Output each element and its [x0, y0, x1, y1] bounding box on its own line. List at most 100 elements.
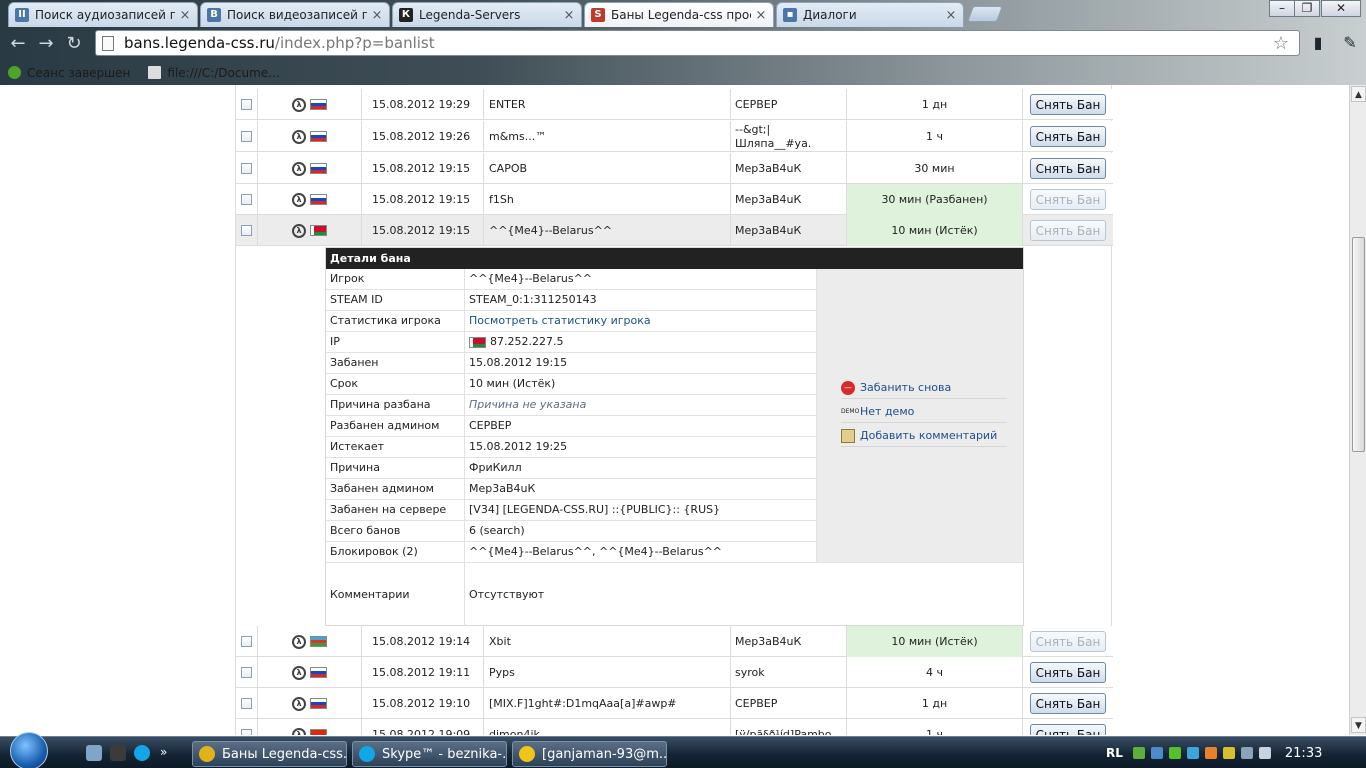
scroll-down-icon[interactable]: ▼ [1351, 717, 1366, 733]
show-desktop-icon[interactable] [86, 745, 102, 761]
action-cell: Снять Бан [1023, 121, 1113, 152]
clock[interactable]: 21:33 [1285, 746, 1322, 761]
select-checkbox[interactable] [241, 163, 252, 174]
table-row[interactable]: λ 15.08.2012 19:10 [MIX.F]1ght#:D1mqAaa[a]… [236, 688, 1113, 719]
volume-icon[interactable] [1258, 747, 1271, 759]
tray-app-icon[interactable] [1168, 747, 1181, 759]
unban-button[interactable]: Снять Бан [1030, 126, 1106, 147]
game-mod-icon: λ [292, 223, 306, 238]
tab-close-icon[interactable]: × [755, 8, 767, 23]
tab-1[interactable]: II Поиск аудиозаписей по × [8, 2, 198, 27]
scroll-thumb[interactable] [1352, 237, 1365, 452]
close-window-button[interactable]: ✕ [1321, 0, 1361, 17]
tab-close-icon[interactable]: × [563, 8, 575, 23]
mod-cell: λ [258, 688, 362, 719]
bookmark-item[interactable]: file:///C:/Docume... [148, 66, 280, 80]
tab-3[interactable]: К Legenda-Servers × [392, 2, 582, 27]
address-bar[interactable]: bans.legenda-css.ru/index.php?p=banlist … [95, 30, 1300, 56]
detail-value: 15.08.2012 19:25 [469, 440, 568, 453]
tray-app-icon[interactable] [1150, 747, 1163, 759]
game-mod-icon: λ [292, 696, 306, 711]
select-checkbox[interactable] [241, 729, 252, 735]
action-1[interactable]: — Забанить снова [841, 377, 1007, 399]
tray-app-icon[interactable] [1204, 747, 1217, 759]
taskbar-task[interactable]: Skype™ - beznika-... [352, 741, 507, 767]
page-scrollbar[interactable]: ▲ ▼ [1349, 85, 1366, 735]
tab-2[interactable]: B Поиск видеозаписей по × [200, 2, 390, 27]
table-row[interactable]: λ 15.08.2012 19:14 Xbit Мер3аВ4uК 10 мин (Ис… [236, 626, 1113, 657]
bookmark-star-icon[interactable]: ☆ [1273, 33, 1289, 54]
select-checkbox[interactable] [241, 698, 252, 709]
select-checkbox[interactable] [241, 667, 252, 678]
new-tab-button[interactable] [967, 6, 1003, 22]
unban-button[interactable]: Снять Бан [1030, 94, 1106, 115]
unban-button[interactable]: Снять Бан [1030, 693, 1106, 714]
select-checkbox[interactable] [241, 131, 252, 142]
scroll-up-icon[interactable]: ▲ [1351, 86, 1366, 102]
tray-app-icon[interactable] [1186, 747, 1199, 759]
country-flag-icon [310, 729, 327, 735]
tab-close-icon[interactable]: × [945, 8, 957, 23]
quicklaunch-more-icon[interactable]: » [160, 745, 170, 761]
select-checkbox[interactable] [241, 194, 252, 205]
taskbar-task[interactable]: Баны Legenda-css.... [192, 741, 347, 767]
ban-date: 15.08.2012 19:10 [362, 688, 484, 719]
action-cell: Снять Бан [1023, 215, 1113, 246]
game-mod-icon: λ [292, 665, 306, 680]
tray-app-icon[interactable] [1240, 747, 1253, 759]
detail-value: СЕРВЕР [469, 419, 512, 432]
unban-button[interactable]: Снять Бан [1030, 724, 1106, 735]
comments-label: Комментарии [326, 563, 465, 626]
url-host: bans.legenda-css.ru [124, 34, 275, 52]
table-row[interactable]: λ 15.08.2012 19:15 f1Sh Мер3аВ4uК 30 мин (Ра… [236, 184, 1113, 215]
tab-4[interactable]: S Баны Legenda-css прое × [584, 2, 774, 27]
minimize-button[interactable]: – [1269, 0, 1295, 17]
tab-5[interactable]: ▪ Диалоги × [776, 2, 964, 27]
bookmark-item[interactable]: Сеанс завершен [8, 66, 130, 80]
reload-icon[interactable]: ↻ [64, 34, 84, 54]
table-row[interactable]: λ 15.08.2012 19:29 ENTER СЕРВЕР 1 дн Снять Ба… [236, 89, 1113, 120]
extension-icon[interactable]: ▮ [1308, 33, 1328, 53]
start-button[interactable] [10, 732, 48, 768]
player-name: ENTER [484, 89, 731, 120]
language-indicator[interactable]: RL [1106, 746, 1123, 760]
action-3[interactable]: Добавить комментарий [841, 425, 1007, 447]
skype-icon[interactable] [134, 745, 150, 761]
terminal-icon[interactable] [110, 745, 126, 761]
restore-button[interactable]: ❐ [1294, 0, 1320, 17]
ban-date: 15.08.2012 19:09 [362, 719, 484, 735]
taskbar-task[interactable]: [ganjaman-93@m.... [512, 741, 667, 767]
unban-button[interactable]: Снять Бан [1030, 662, 1106, 683]
detail-row: Статистика игрока Посмотреть статистику и… [326, 311, 816, 332]
wrench-icon[interactable]: ✎ [1340, 33, 1360, 53]
table-row[interactable]: λ 15.08.2012 19:09 dimon4ik [ÿ/pã§ð¹íd]Pamb… [236, 719, 1113, 735]
admin-name: Мер3аВ4uК [731, 153, 847, 184]
country-flag-icon [310, 698, 327, 709]
unban-button[interactable]: Снять Бан [1030, 158, 1106, 179]
task-label: [ganjaman-93@m.... [542, 746, 667, 762]
table-row[interactable]: λ 15.08.2012 19:15 CAPOB Мер3аВ4uК 30 мин Сня… [236, 153, 1113, 184]
player-name: Pyps [484, 657, 731, 688]
network-icon[interactable] [1132, 747, 1145, 759]
detail-value[interactable]: Посмотреть статистику игрока [469, 311, 814, 332]
tab-close-icon[interactable]: × [371, 8, 383, 23]
action-cell: Снять Бан [1023, 688, 1113, 719]
table-row[interactable]: λ 15.08.2012 19:26 m&ms...™ --&gt;| Шляпа__… [236, 121, 1113, 152]
bookmarks-bar: Сеанс завершен file:///C:/Docume... [0, 60, 1366, 85]
forward-icon[interactable]: → [36, 34, 56, 54]
country-flag-icon [310, 636, 327, 647]
tray-app-icon[interactable] [1222, 747, 1235, 759]
tab-close-icon[interactable]: × [179, 8, 191, 23]
detail-label: Причина разбана [326, 395, 465, 416]
ban-length: 1 дн [847, 89, 1023, 120]
select-cell [236, 215, 258, 246]
table-row[interactable]: λ 15.08.2012 19:15 ^^{Me4}--Belarus^^ Мер3а… [236, 215, 1113, 246]
select-checkbox[interactable] [241, 225, 252, 236]
back-icon[interactable]: ← [8, 34, 28, 54]
select-checkbox[interactable] [241, 99, 252, 110]
select-checkbox[interactable] [241, 636, 252, 647]
action-2[interactable]: DEMO Нет демо [841, 401, 1007, 423]
table-row[interactable]: λ 15.08.2012 19:11 Pyps syrok 4 ч Снять Бан [236, 657, 1113, 688]
action-cell: Снять Бан [1023, 719, 1113, 735]
country-flag-icon [310, 131, 327, 142]
